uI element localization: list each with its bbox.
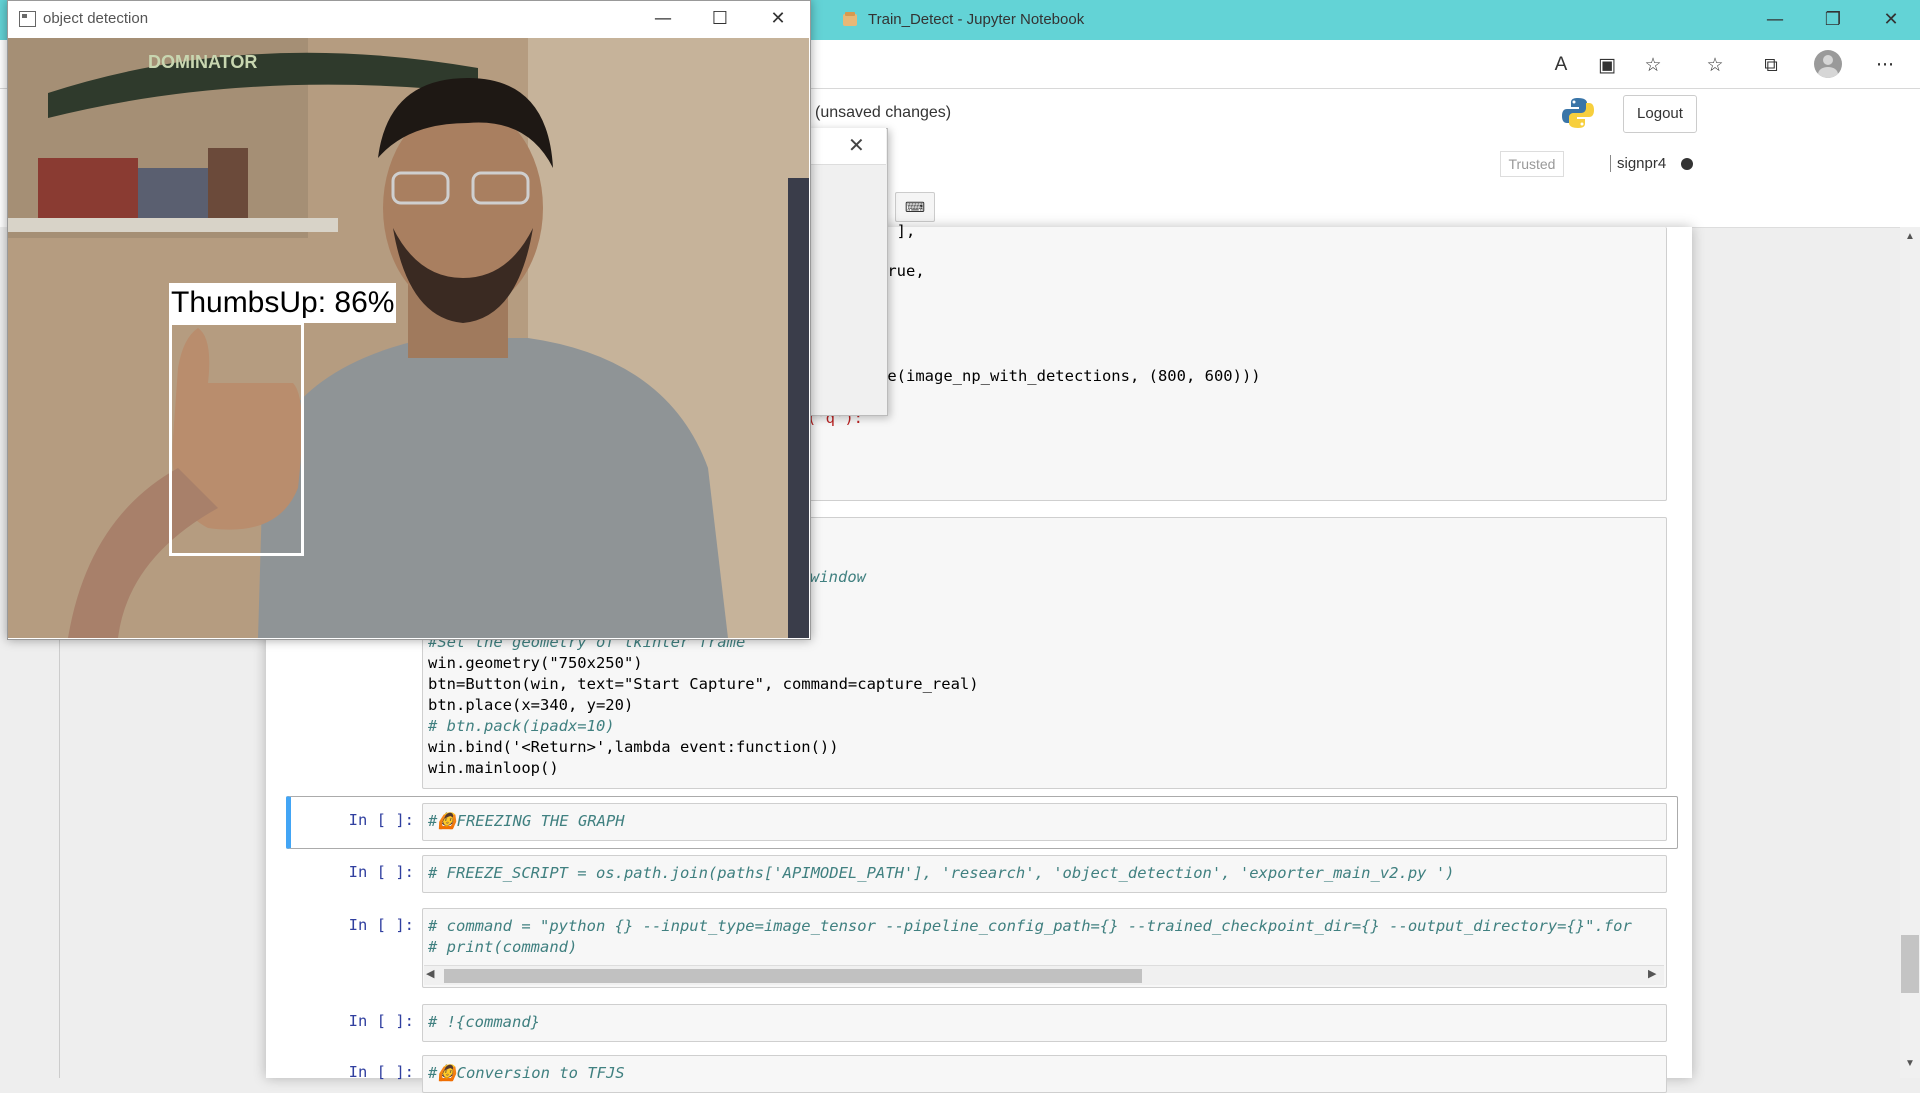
app-window-icon (19, 11, 36, 27)
tk-dialog-window[interactable] (806, 128, 888, 416)
favorites-icon[interactable]: ☆ (1702, 52, 1728, 78)
code-line: win.bind('<Return>',lambda event:functio… (428, 738, 839, 756)
kernel-name[interactable]: signpr4 (1610, 155, 1666, 172)
code-line: # FREEZE_SCRIPT = os.path.join(paths['AP… (428, 864, 1455, 882)
tk-dialog-titlebar (806, 128, 886, 165)
code-line: #🙆Conversion to TFJS (428, 1064, 625, 1082)
page-scrollbar-thumb[interactable] (1901, 935, 1919, 993)
code-cell-input[interactable] (422, 1004, 1667, 1042)
scroll-left-icon[interactable]: ◀ (426, 967, 434, 980)
scroll-up-icon[interactable]: ▲ (1900, 231, 1920, 242)
cell-scrollbar-thumb[interactable] (444, 969, 1142, 983)
code-line: win.geometry("750x250") (428, 654, 643, 672)
code-line: # command = "python {} --input_type=imag… (428, 917, 1632, 935)
jupyter-favicon-icon (842, 11, 858, 27)
webcam-scene: DOMINATOR (8, 38, 809, 638)
webcam-frame: DOMINATOR (8, 38, 809, 638)
dialog-close-button[interactable]: ✕ (848, 133, 865, 157)
code-line: btn=Button(win, text="Start Capture", co… (428, 675, 979, 693)
more-icon[interactable]: ··· (1872, 52, 1898, 78)
cell-prompt: In [ ]: (348, 863, 414, 881)
add-favorite-icon[interactable]: ☆ (1640, 52, 1666, 78)
code-line: window (810, 568, 866, 586)
cell-prompt: In [ ]: (348, 811, 414, 829)
window-restore-button[interactable]: ❐ (1810, 6, 1856, 34)
cell-prompt: In [ ]: (348, 1012, 414, 1030)
trusted-indicator[interactable]: Trusted (1500, 151, 1564, 177)
window-minimize-button[interactable]: — (1752, 6, 1798, 34)
immersive-reader-icon[interactable]: ▣ (1594, 52, 1620, 78)
code-line: win.mainloop() (428, 759, 559, 777)
code-line: ze(image_np_with_detections, (800, 600))… (878, 367, 1261, 385)
window-close-button[interactable]: ✕ (1868, 6, 1914, 34)
save-status: (unsaved changes) (815, 104, 952, 121)
detection-label: ThumbsUp: 86% (169, 283, 397, 323)
scroll-right-icon[interactable]: ▶ (1648, 967, 1656, 980)
code-line: # btn.pack(ipadx=10) (428, 717, 615, 735)
skateboard-text: DOMINATOR (148, 52, 257, 72)
detection-bounding-box (169, 322, 304, 556)
object-detection-title: object detection (43, 10, 149, 27)
read-aloud-icon[interactable]: A (1548, 52, 1574, 78)
code-line: # !{command} (428, 1013, 540, 1031)
keyboard-shortcuts-button[interactable]: ⌨ (895, 192, 935, 222)
od-maximize-button[interactable]: ☐ (697, 4, 743, 34)
scroll-down-icon[interactable]: ▼ (1900, 1058, 1920, 1069)
code-line: btn.place(x=340, y=20) (428, 696, 634, 714)
profile-icon[interactable] (1814, 50, 1842, 78)
logout-button[interactable]: Logout (1623, 95, 1697, 133)
cell-prompt: In [ ]: (348, 916, 414, 934)
kernel-status-icon (1681, 158, 1693, 170)
python-logo-icon (1561, 96, 1595, 135)
od-close-button[interactable]: ✕ (755, 4, 801, 34)
browser-tab-title: Train_Detect - Jupyter Notebook (868, 11, 1085, 28)
code-line: #🙆FREEZING THE GRAPH (428, 812, 625, 830)
cell-prompt: In [ ]: (348, 1063, 414, 1081)
collections-icon[interactable]: ⧉ (1758, 52, 1784, 78)
code-line: # print(command) (428, 938, 578, 956)
od-minimize-button[interactable]: — (640, 4, 686, 34)
